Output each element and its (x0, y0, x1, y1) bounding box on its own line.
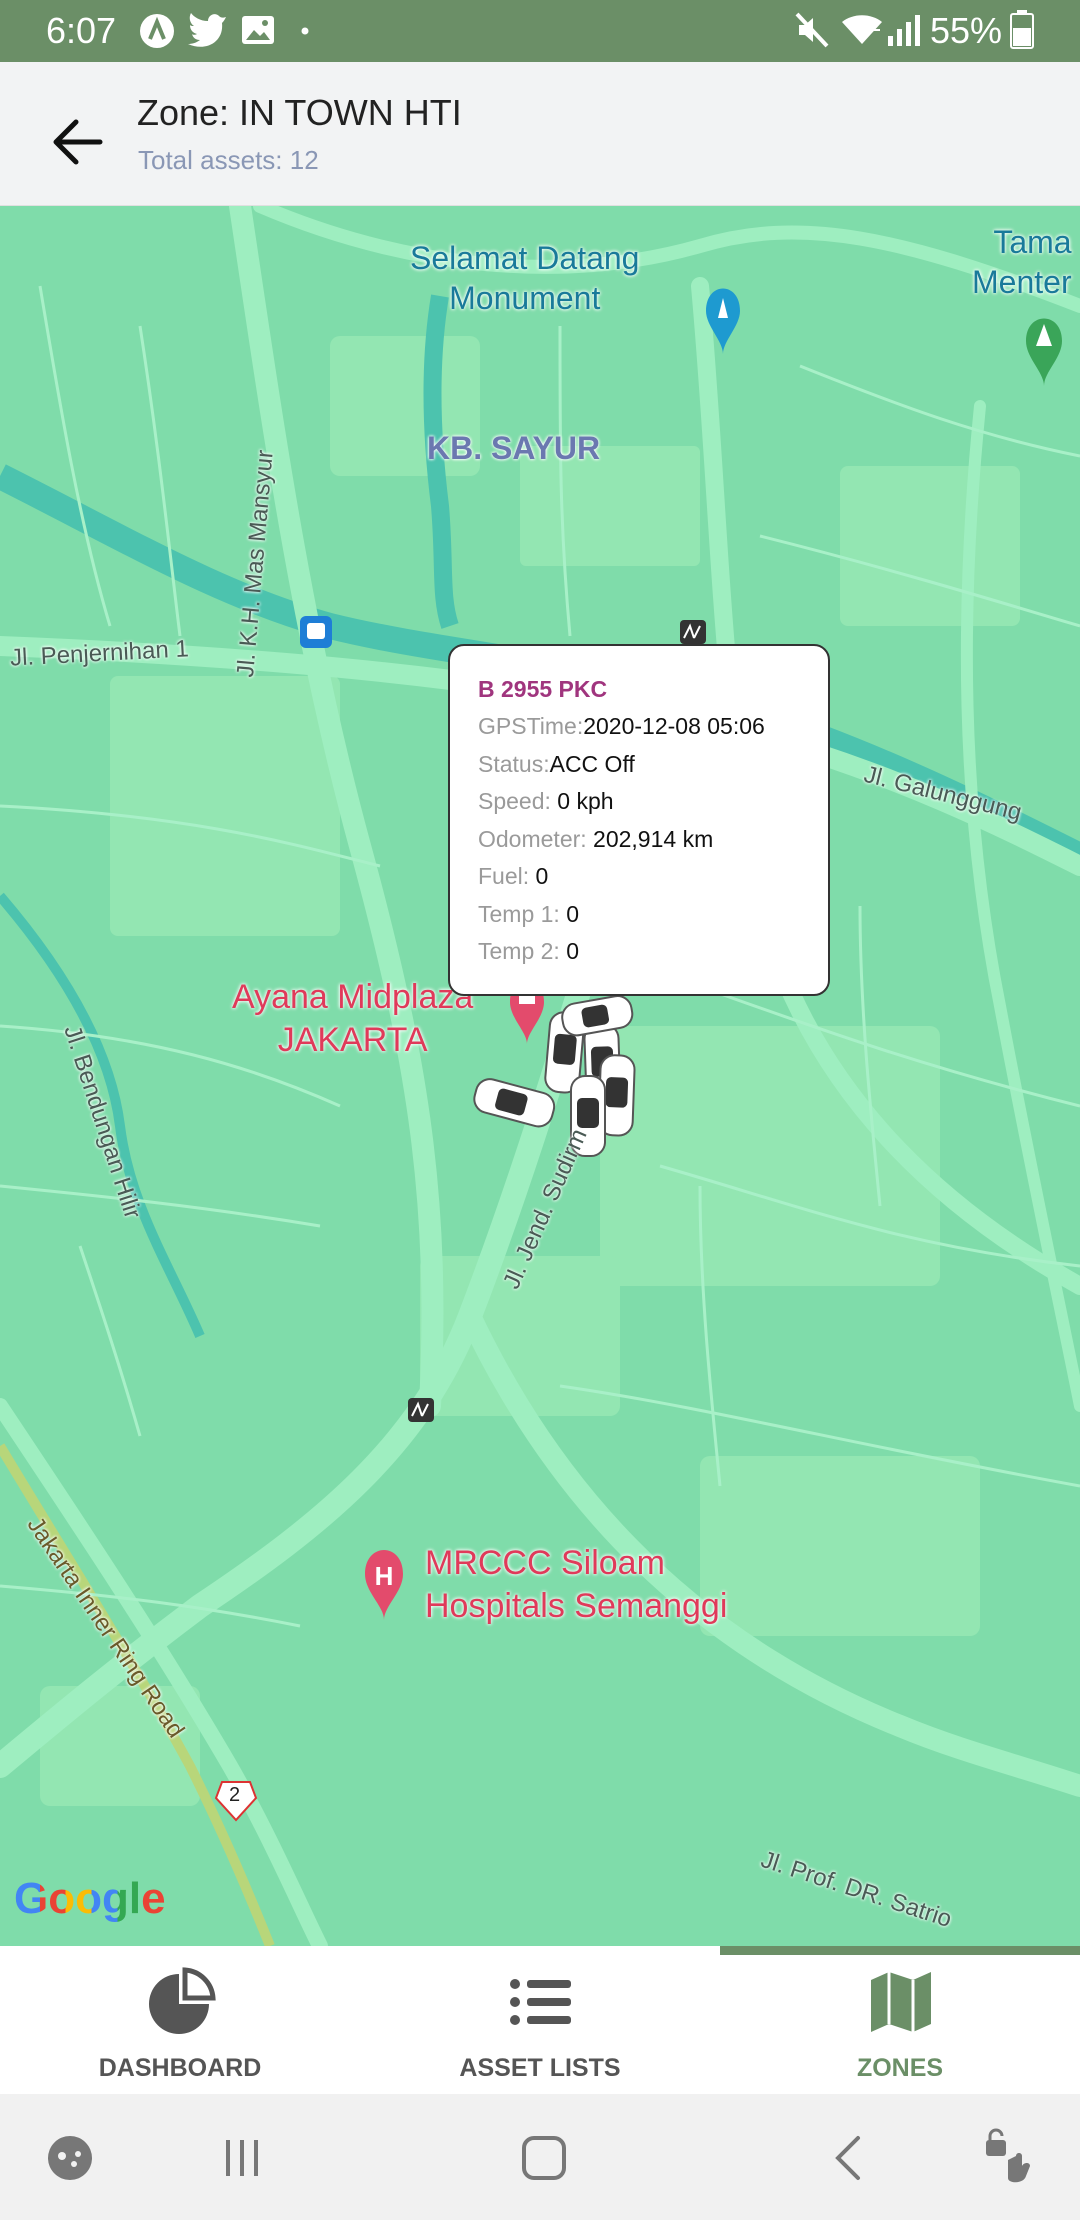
battery-percent: 55% (930, 10, 1003, 51)
nav-label: ASSET LISTS (459, 2054, 621, 2082)
mute-icon (795, 12, 829, 48)
bus-stop-icon (300, 616, 332, 648)
info-value: 0 (529, 863, 549, 889)
recents-icon[interactable] (210, 2126, 274, 2190)
back-icon[interactable] (818, 2126, 882, 2190)
map-icon (871, 1972, 931, 2032)
nav-tab-zones[interactable]: ZONES (720, 1946, 1080, 2094)
google-logo-text: Google (14, 1874, 166, 1923)
bottom-navigation: DASHBOARD ASSET LISTS ZONES (0, 1946, 1080, 2094)
pie-chart-icon (149, 1967, 216, 2034)
svg-text:H: H (375, 1561, 394, 1591)
info-row-temp1: Temp 1: 0 (478, 901, 828, 939)
arrow-back-icon (53, 119, 103, 165)
page-title: Zone: IN TOWN HTI (137, 92, 462, 133)
list-icon (510, 1979, 571, 2025)
nav-tab-dashboard[interactable]: DASHBOARD (0, 1946, 360, 2094)
info-value: ACC Off (549, 750, 635, 777)
image-icon (242, 16, 274, 44)
map-label-ayana: Ayana Midplaza JAKARTA (232, 978, 474, 1059)
nav-label: DASHBOARD (98, 2054, 262, 2082)
info-value: 0 (559, 900, 580, 927)
map-base: H (0, 206, 1080, 1946)
wifi-icon (842, 15, 882, 44)
info-key: Speed: (478, 788, 551, 814)
nav-label: ZONES (856, 2054, 944, 2082)
info-key: Status: (478, 750, 550, 777)
info-row-temp2: Temp 2: 0 (478, 938, 828, 976)
vehicle-info-window[interactable]: B 2955 PKC GPSTime:2020-12-08 05:06 Stat… (448, 644, 830, 996)
signal-icon (888, 15, 920, 46)
info-value: 2020-12-08 05:06 (583, 713, 765, 739)
park-pin (1026, 318, 1062, 386)
game-launcher-icon[interactable] (38, 2126, 102, 2190)
status-bar: 6:07 55% (0, 0, 1080, 62)
train-station-icon-2 (408, 1398, 434, 1422)
touch-lock-icon[interactable] (978, 2126, 1042, 2190)
map-label-route-2: 2 (229, 1784, 241, 1806)
info-key: Temp 1: (478, 900, 560, 927)
system-navigation-bar (0, 2094, 1080, 2220)
home-icon[interactable] (512, 2126, 576, 2190)
app-bar: Zone: IN TOWN HTI Total assets: 12 (0, 62, 1080, 206)
dot-icon (301, 27, 309, 35)
page-subtitle: Total assets: 12 (138, 145, 319, 175)
train-station-icon (680, 620, 706, 644)
info-row-gpstime: GPSTime:2020-12-08 05:06 (478, 713, 828, 751)
twitter-icon (188, 13, 226, 47)
battery-icon (1010, 10, 1034, 49)
info-key: GPSTime: (478, 713, 584, 739)
map-label-mrccc: MRCCC Siloam Hospitals Semanggi (425, 1544, 728, 1625)
google-logo: Google (14, 1874, 166, 1924)
nav-tab-asset-lists[interactable]: ASSET LISTS (360, 1946, 720, 2094)
vehicle-plate: B 2955 PKC (478, 676, 608, 702)
map-view[interactable]: H Selamat Datang Monument Tama Menter KB… (0, 206, 1080, 1946)
info-value: 202,914 km (586, 825, 714, 852)
info-row-fuel: Fuel: 0 (478, 863, 828, 901)
info-key: Temp 2: (478, 938, 560, 964)
info-value: 0 kph (550, 788, 614, 814)
info-row-status: Status:ACC Off (478, 751, 828, 789)
map-label-kb-sayur: KB. SAYUR (427, 430, 601, 466)
app-a-icon (140, 14, 174, 48)
info-key: Odometer: (478, 825, 587, 852)
info-row-speed: Speed: 0 kph (478, 788, 828, 826)
vehicle-markers (473, 995, 636, 1157)
info-row-odometer: Odometer: 202,914 km (478, 826, 828, 864)
map-label-selamat-datang: Selamat Datang Monument (410, 240, 640, 316)
info-key: Fuel: (478, 863, 530, 889)
back-button[interactable] (40, 102, 120, 182)
hospital-pin: H (365, 1550, 403, 1620)
status-time: 6:07 (46, 10, 117, 51)
map-label-taman: Tama Menter (972, 224, 1072, 300)
info-value: 0 (559, 938, 580, 964)
